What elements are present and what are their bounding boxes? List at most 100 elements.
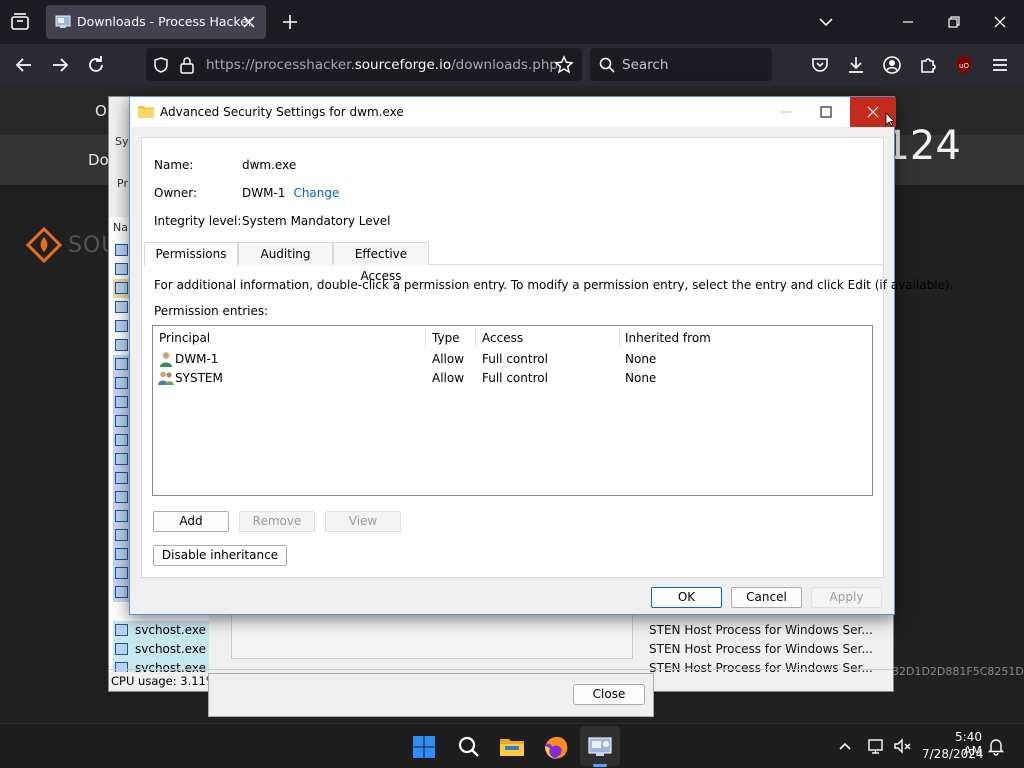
table-row[interactable]: DWM-1 Allow Full control None (153, 350, 872, 369)
process-icon (115, 377, 128, 389)
process-icon (115, 529, 128, 541)
column-inherited-from[interactable]: Inherited from (625, 331, 711, 345)
back-arrow-icon[interactable] (13, 54, 35, 76)
app-menu-hamburger-icon[interactable] (989, 54, 1011, 76)
sourceforge-diamond-icon (26, 227, 62, 263)
ublock-origin-icon[interactable]: uO (953, 54, 975, 76)
url-bar[interactable]: https://processhacker.sourceforge.io/dow… (146, 48, 582, 81)
tab-permissions[interactable]: Permissions (144, 242, 238, 266)
remove-button[interactable]: Remove (239, 511, 315, 532)
network-icon[interactable] (866, 736, 886, 756)
process-icon (115, 282, 128, 294)
browser-nav-bar: https://processhacker.sourceforge.io/dow… (0, 44, 1024, 85)
browser-tab-active[interactable]: Downloads - Process Hacker (46, 5, 266, 39)
view-button[interactable]: View (325, 511, 401, 532)
row-principal: SYSTEM (175, 371, 223, 385)
tab-effective-access[interactable]: Effective Access (333, 242, 429, 283)
search-icon[interactable] (455, 733, 483, 761)
list-all-tabs-chevron-icon[interactable] (816, 12, 836, 32)
dialog-main-panel: Name: dwm.exe Owner: DWM-1 Change Integri… (141, 137, 953, 578)
tracking-shield-icon[interactable] (152, 56, 170, 74)
file-explorer-icon[interactable] (498, 733, 526, 761)
permissions-info-text: For additional information, double-click… (154, 278, 954, 292)
downloads-icon[interactable] (845, 54, 867, 76)
show-hidden-icons-chevron-icon[interactable] (835, 736, 855, 756)
process-icon (115, 415, 128, 427)
svg-text:uO: uO (959, 62, 969, 70)
window-restore-icon[interactable] (944, 12, 964, 32)
volume-muted-icon[interactable] (892, 736, 912, 756)
process-icon (115, 643, 128, 655)
change-owner-link[interactable]: Change (293, 186, 339, 200)
table-row[interactable]: SYSTEM Allow Full control None (153, 369, 872, 388)
disable-inheritance-button[interactable]: Disable inheritance (153, 545, 287, 566)
integrity-level-label: Integrity level: (154, 214, 242, 228)
pocket-icon[interactable] (809, 54, 831, 76)
column-principal[interactable]: Principal (159, 331, 210, 345)
row-inherited: None (625, 371, 657, 385)
notification-bell-icon[interactable] (986, 736, 1006, 756)
ph-system-label: Sy (115, 135, 129, 148)
ph-processes-tab[interactable]: Pr (117, 177, 128, 190)
dialog-close-icon[interactable] (850, 97, 896, 127)
extensions-puzzle-icon[interactable] (917, 54, 939, 76)
tab-auditing[interactable]: Auditing (238, 242, 333, 265)
process-icon (115, 453, 128, 465)
process-icon (115, 263, 128, 275)
table-row[interactable]: svchost.exe (113, 640, 209, 659)
forward-arrow-icon[interactable] (49, 54, 71, 76)
reload-icon[interactable] (85, 54, 107, 76)
url-domain: sourceforge.io (354, 57, 452, 73)
owner-value-group: DWM-1 Change (242, 186, 339, 200)
dialog-maximize-icon[interactable] (806, 97, 846, 127)
firefox-icon[interactable] (542, 733, 570, 761)
row-principal: DWM-1 (175, 352, 219, 366)
url-text[interactable]: https://processhacker.sourceforge.io/dow… (206, 57, 558, 73)
permission-entries-label: Permission entries: (154, 304, 269, 318)
ok-button[interactable]: OK (651, 587, 722, 608)
column-separator[interactable] (475, 328, 476, 348)
column-access[interactable]: Access (482, 331, 523, 345)
row-type: Allow (432, 371, 465, 385)
ph-name-column-header[interactable]: Na (113, 221, 128, 234)
tab-close-icon[interactable] (240, 13, 258, 31)
process-hacker-favicon-icon (55, 15, 71, 28)
process-hacker-taskbar-icon[interactable] (586, 733, 614, 761)
permission-entries-list[interactable]: Principal Type Access Inherited from DWM… (152, 325, 873, 496)
search-bar[interactable]: Search (590, 48, 772, 81)
windows-start-icon[interactable] (410, 733, 438, 761)
table-row[interactable]: svchost.exe (113, 621, 209, 640)
window-close-icon[interactable] (990, 12, 1010, 32)
apply-button[interactable]: Apply (811, 587, 882, 608)
search-placeholder: Search (622, 57, 669, 73)
process-icon (115, 491, 128, 503)
lock-icon[interactable] (179, 56, 195, 74)
process-icon (115, 624, 128, 636)
process-icon (115, 567, 128, 579)
taskbar-active-indicator (593, 764, 607, 767)
dialog-title-bar[interactable]: Advanced Security Settings for dwm.exe (130, 97, 896, 127)
column-separator[interactable] (425, 328, 426, 348)
new-tab-icon[interactable] (280, 12, 300, 32)
ph-properties-box (231, 613, 633, 659)
account-icon[interactable] (881, 54, 903, 76)
clock-date[interactable]: 7/28/2024 (922, 747, 984, 761)
process-description: STEN Host Process for Windows Ser... (649, 642, 873, 656)
dialog-minimize-icon[interactable] (766, 97, 806, 127)
add-button[interactable]: Add (153, 511, 229, 532)
page-nav-letter[interactable]: O (95, 102, 107, 120)
sourceforge-logo: SOU (26, 227, 118, 263)
cpu-usage-status: CPU usage: 3.11% (111, 674, 217, 688)
row-access: Full control (482, 352, 548, 366)
process-icon (115, 396, 128, 408)
bookmark-star-icon[interactable] (554, 55, 574, 75)
column-separator[interactable] (619, 328, 620, 348)
column-type[interactable]: Type (432, 331, 460, 345)
page-nav-downloads[interactable]: Do (88, 151, 109, 169)
tab-list-icon[interactable] (8, 10, 32, 34)
cancel-button[interactable]: Cancel (731, 587, 802, 608)
ph-close-button[interactable]: Close (573, 684, 645, 705)
window-minimize-icon[interactable] (898, 12, 918, 32)
user-group-icon (158, 371, 174, 385)
process-name: svchost.exe (135, 642, 206, 656)
